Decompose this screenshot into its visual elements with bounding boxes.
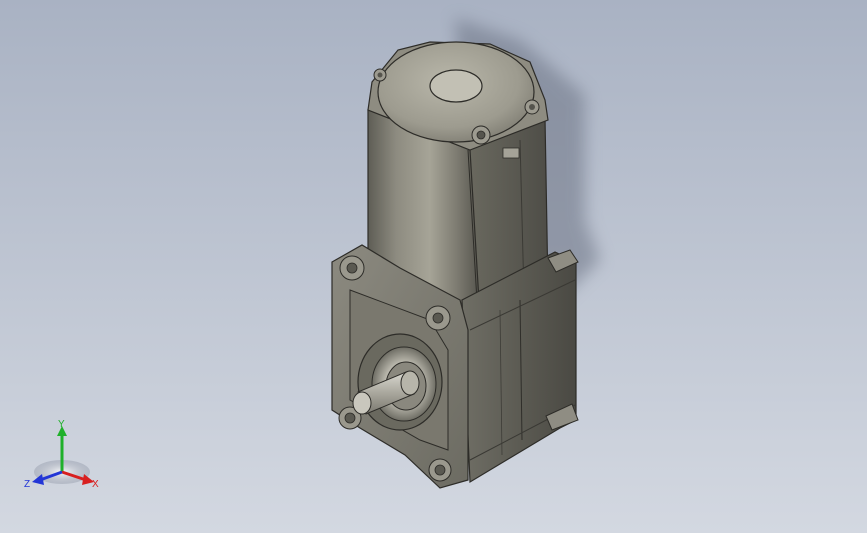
y-axis-label: Y [58, 419, 65, 430]
reference-triad[interactable]: Y X Z [22, 418, 108, 494]
gearmotor-model[interactable] [0, 0, 867, 533]
z-axis-label: Z [24, 479, 30, 490]
graphics-viewport[interactable]: Y X Z [0, 0, 867, 533]
x-axis-label: X [92, 479, 99, 490]
